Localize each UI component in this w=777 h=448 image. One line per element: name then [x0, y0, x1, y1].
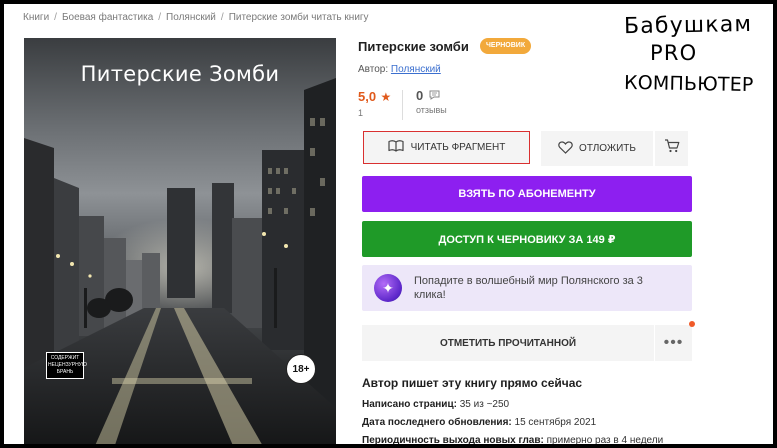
- notification-dot: [689, 321, 695, 327]
- comment-icon: [426, 90, 440, 103]
- breadcrumb-books[interactable]: Книги: [23, 12, 49, 23]
- rating-value: 5,0: [358, 89, 377, 104]
- breadcrumb-separator: /: [54, 12, 57, 23]
- reviews-count: 0: [416, 88, 424, 103]
- subscribe-button[interactable]: ВЗЯТЬ ПО АБОНЕМЕНТУ: [362, 176, 692, 212]
- reviews-block[interactable]: 0 отзывы: [416, 88, 447, 115]
- book-title: Питерские зомби: [358, 39, 469, 54]
- divider: [402, 90, 403, 120]
- breadcrumb-genre[interactable]: Боевая фантастика: [62, 12, 153, 23]
- author-label: Автор:: [358, 64, 389, 75]
- breadcrumb-author[interactable]: Полянский: [166, 12, 216, 23]
- update-value: 15 сентября 2021: [514, 417, 597, 428]
- rating-block[interactable]: 5,0 ★ 1: [358, 88, 391, 118]
- draft-badge: ЧЕРНОВИК: [480, 38, 532, 54]
- profanity-warning-label: СОДЕРЖИТ НЕЦЕНЗУРНУЮ БРАНЬ: [46, 352, 87, 379]
- cart-icon: [664, 139, 680, 158]
- breadcrumb: Книги / Боевая фантастика / Полянский / Питерс…: [23, 12, 369, 23]
- cover-illustration: [24, 78, 336, 444]
- breadcrumb-separator: /: [220, 12, 224, 23]
- promo-text: Попадите в волшебный мир Полянского за 3…: [414, 275, 643, 301]
- rating-count: 1: [358, 108, 364, 118]
- page-frame: Книги / Боевая фантастика / Полянский / Питерс…: [4, 4, 773, 444]
- frequency-value: примерно раз в 4 недели: [546, 435, 664, 444]
- cover-title: Питерские Зомби: [80, 62, 280, 86]
- frequency-label: Периодичность выхода новых глав:: [362, 435, 544, 444]
- watermark-line-2: PRO: [650, 41, 697, 65]
- draft-access-button[interactable]: ДОСТУП К ЧЕРНОВИКУ ЗА 149 ₽: [362, 221, 692, 257]
- more-dots-icon: •••: [663, 334, 684, 351]
- author-line: Автор: Полянский: [358, 64, 441, 75]
- star-icon: ★: [380, 90, 392, 104]
- handwritten-watermark: Бабушкам PRO КОМПЬЮТЕР: [624, 12, 754, 96]
- heart-icon: [558, 140, 573, 157]
- defer-button[interactable]: ОТЛОЖИТЬ: [541, 131, 653, 166]
- watermark-line-3: КОМПЬЮТЕР: [624, 72, 754, 96]
- breadcrumb-separator: /: [158, 12, 162, 23]
- age-rating-badge: 18+: [286, 354, 316, 384]
- mark-read-button[interactable]: ОТМЕТИТЬ ПРОЧИТАННОЙ: [362, 325, 654, 361]
- watermark-line-1: Бабушкам: [624, 12, 753, 39]
- reviews-label: отзывы: [416, 105, 447, 115]
- pages-label: Написано страниц:: [362, 399, 457, 410]
- sparkle-icon: ✦: [374, 274, 402, 302]
- update-label: Дата последнего обновления:: [362, 417, 512, 428]
- book-cover[interactable]: Питерские Зомби СОДЕРЖИТ НЕЦЕНЗУРНУЮ БРА…: [24, 38, 336, 444]
- author-link[interactable]: Полянский: [391, 64, 441, 75]
- read-fragment-button[interactable]: ЧИТАТЬ ФРАГМЕНТ: [363, 131, 530, 164]
- release-frequency: Периодичность выхода новых глав: примерн…: [362, 435, 663, 444]
- read-fragment-label: ЧИТАТЬ ФРАГМЕНТ: [410, 142, 506, 153]
- pages-value: 35 из ~250: [459, 399, 510, 410]
- add-to-cart-button[interactable]: [655, 131, 688, 166]
- defer-label: ОТЛОЖИТЬ: [579, 143, 636, 154]
- writing-status-heading: Автор пишет эту книгу прямо сейчас: [362, 376, 583, 390]
- promo-banner[interactable]: ✦ Попадите в волшебный мир Полянского за…: [362, 265, 692, 311]
- pages-written: Написано страниц: 35 из ~250: [362, 399, 509, 410]
- breadcrumb-current: Питерские зомби читать книгу: [228, 12, 369, 23]
- more-options-button[interactable]: •••: [655, 325, 692, 361]
- last-update: Дата последнего обновления: 15 сентября …: [362, 417, 596, 428]
- book-open-icon: [388, 140, 404, 155]
